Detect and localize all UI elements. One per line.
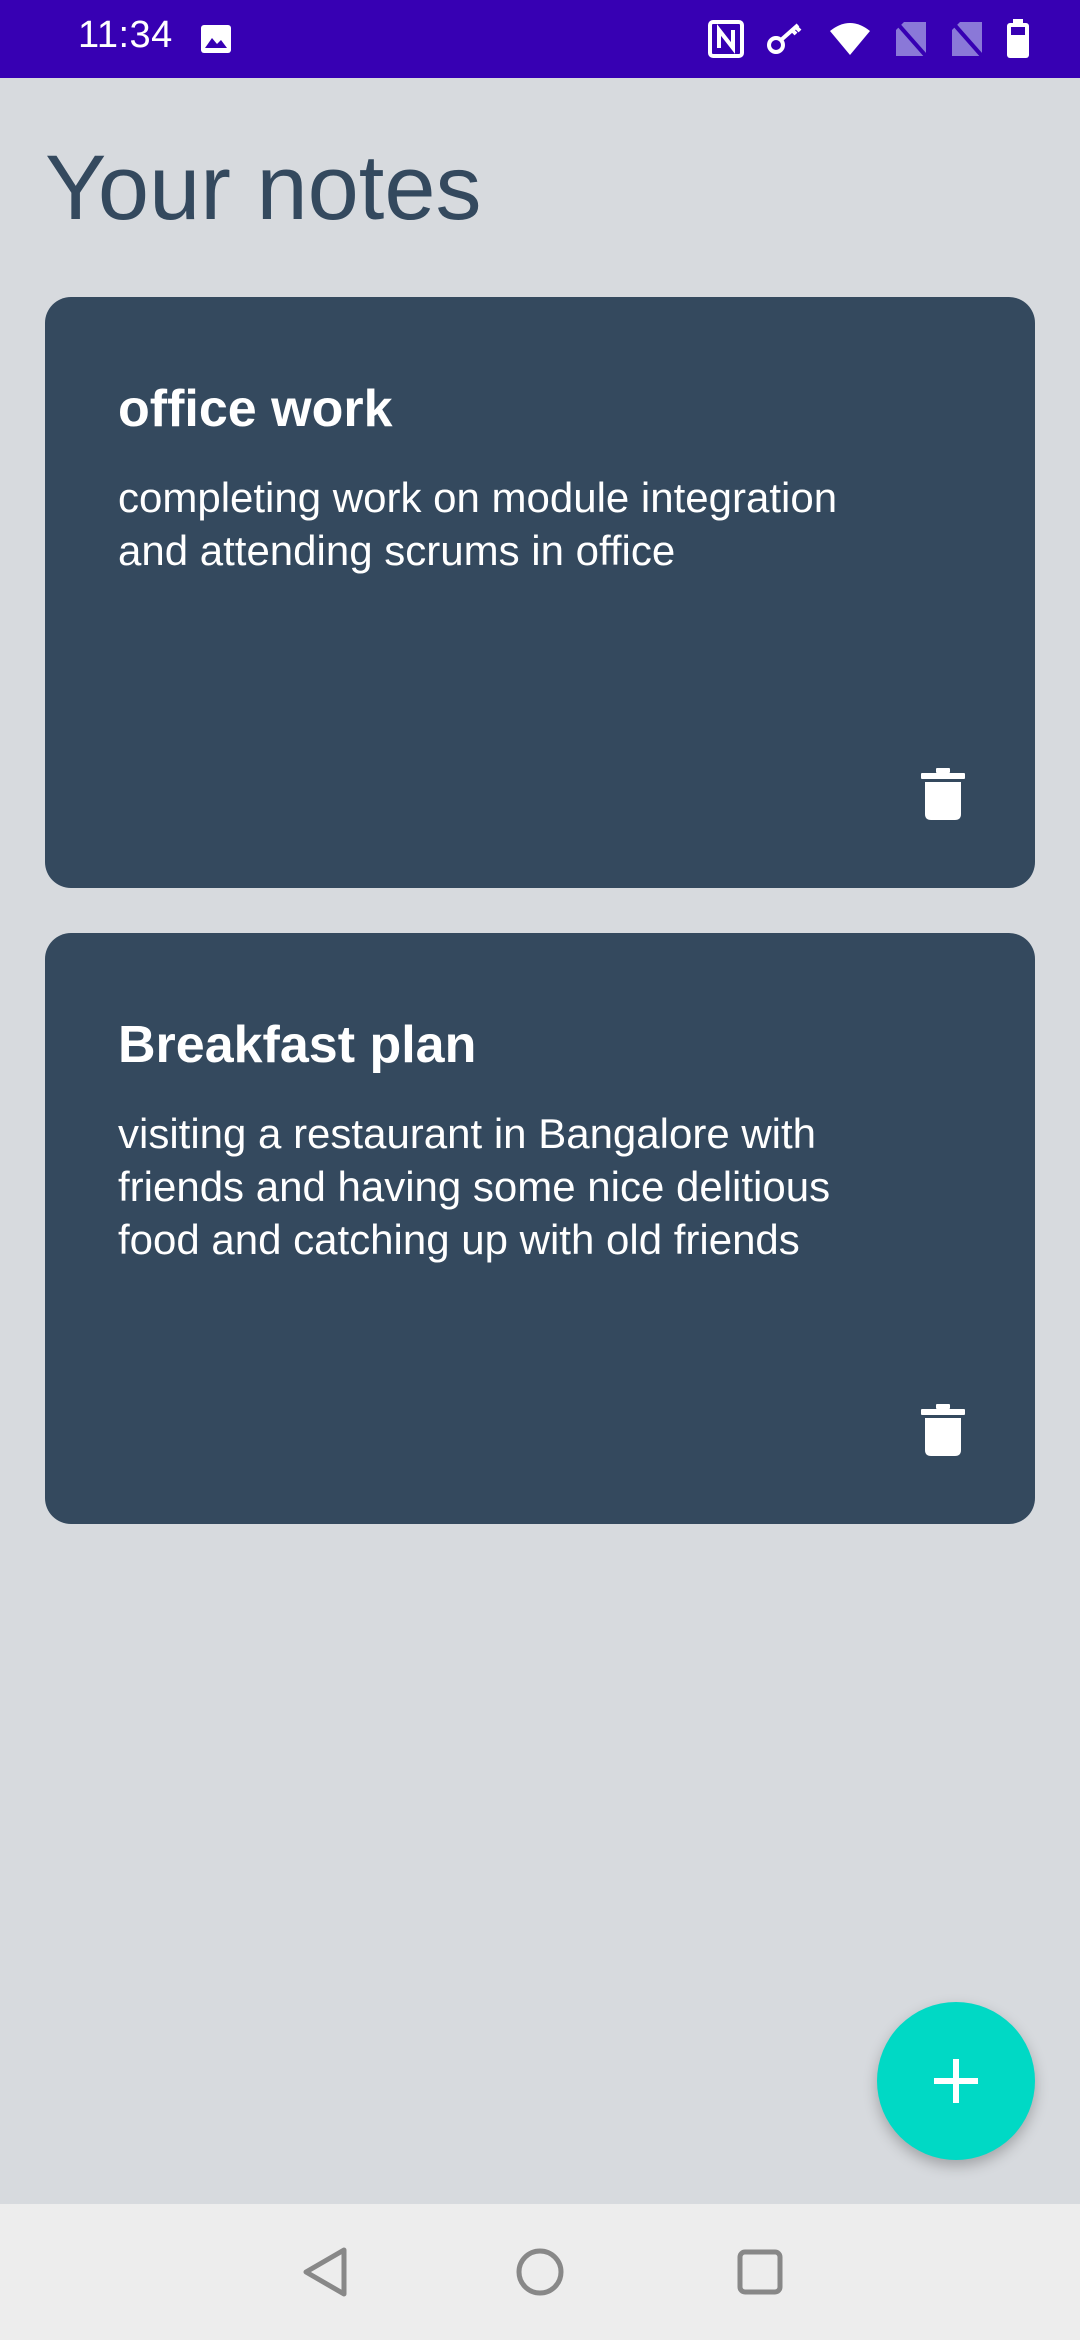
recents-icon [737,2249,783,2295]
note-title: office work [118,380,393,438]
battery-icon [1006,19,1030,59]
navigation-bar [0,2204,1080,2340]
page-title: Your notes [45,137,482,239]
notes-screen: 11:34 Your notes office work completing … [0,0,1080,2340]
note-body: visiting a restaurant in Bangalore with … [118,1110,831,1263]
note-card[interactable]: office work completing work on module in… [45,297,1035,888]
nfc-icon [708,20,744,58]
plus-icon [934,2059,978,2103]
note-card[interactable]: Breakfast plan visiting a restaurant in … [45,933,1035,1524]
status-icons [708,18,1030,60]
trash-icon [921,1404,965,1456]
vpn-key-icon [766,21,806,57]
delete-note-button[interactable] [921,1404,965,1456]
recents-button[interactable] [732,2244,788,2300]
status-bar: 11:34 [0,0,1080,78]
add-note-button[interactable] [877,2002,1035,2160]
back-icon [303,2247,347,2297]
trash-icon [921,768,965,820]
wifi-icon [828,21,872,57]
delete-note-button[interactable] [921,768,965,820]
gallery-icon [200,24,232,54]
note-title: Breakfast plan [118,1016,477,1074]
back-button[interactable] [296,2244,352,2300]
no-sim-icon [894,20,928,58]
home-icon [516,2248,564,2296]
home-button[interactable] [512,2244,568,2300]
no-sim-icon [950,20,984,58]
status-time: 11:34 [78,14,173,56]
note-body: completing work on module integration an… [118,474,838,574]
